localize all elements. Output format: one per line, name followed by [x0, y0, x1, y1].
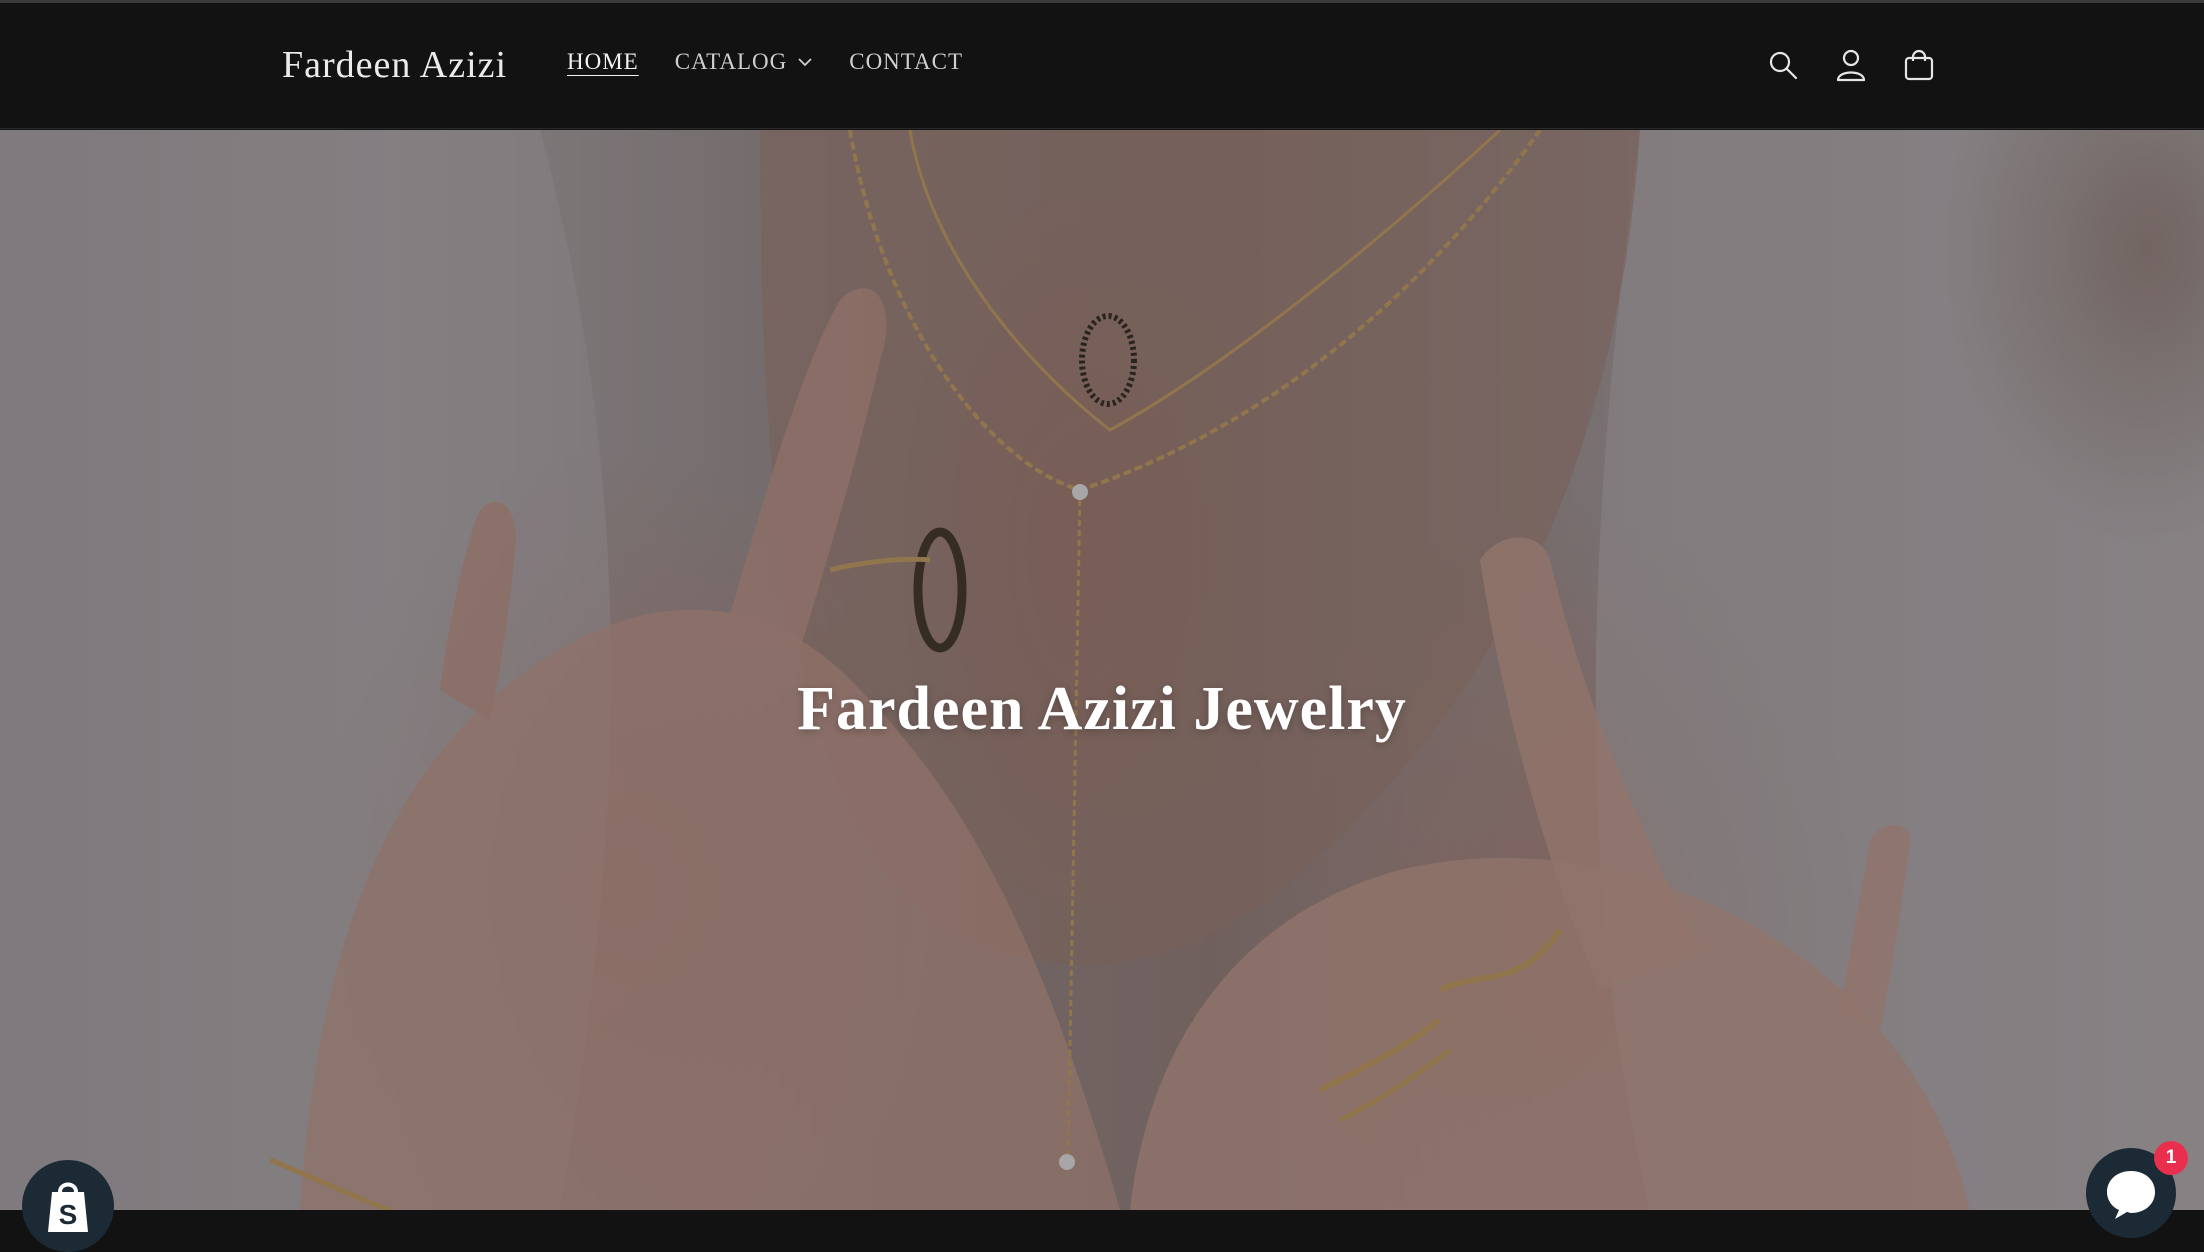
nav-contact-link[interactable]: CONTACT: [849, 49, 963, 75]
bottom-bar: [0, 1210, 2204, 1252]
account-icon[interactable]: [1833, 47, 1869, 83]
chat-unread-badge: 1: [2154, 1141, 2188, 1175]
hero-title: Fardeen Azizi Jewelry: [797, 674, 1407, 743]
chevron-down-icon: [798, 58, 812, 67]
nav-home-link[interactable]: HOME: [567, 49, 639, 75]
shopify-badge-button[interactable]: S: [22, 1160, 114, 1252]
hero-overlay: [0, 130, 2204, 1210]
nav-catalog-link[interactable]: CATALOG: [675, 49, 814, 75]
brand-logo[interactable]: Fardeen Azizi: [282, 43, 507, 87]
hero-banner: Fardeen Azizi Jewelry: [0, 130, 2204, 1210]
site-header: Fardeen Azizi HOME CATALOG CONTACT: [0, 3, 2204, 129]
svg-text:S: S: [59, 1199, 78, 1230]
header-icons: [1765, 47, 1937, 83]
chat-bubble-icon: [2107, 1171, 2155, 1219]
nav-catalog-label: CATALOG: [674, 49, 788, 74]
cart-icon[interactable]: [1901, 47, 1937, 83]
shopify-bag-icon: S: [48, 1182, 88, 1232]
main-nav: HOME CATALOG CONTACT: [567, 49, 999, 75]
search-icon[interactable]: [1765, 47, 1801, 83]
